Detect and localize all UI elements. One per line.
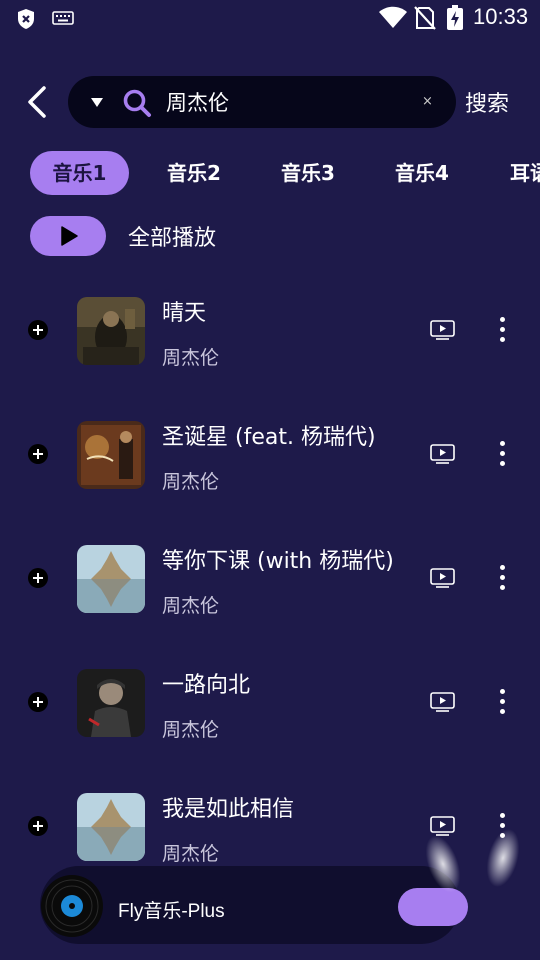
add-icon[interactable] bbox=[28, 320, 48, 340]
category-tabs: 音乐1 音乐2 音乐3 音乐4 耳语 bbox=[0, 151, 540, 195]
mini-player-title: Fly音乐-Plus bbox=[118, 901, 225, 922]
tab-music-3[interactable]: 音乐3 bbox=[266, 151, 350, 195]
tab-music-1[interactable]: 音乐1 bbox=[30, 151, 129, 195]
shield-x-icon bbox=[18, 9, 34, 29]
keyboard-icon bbox=[52, 11, 74, 25]
album-cover bbox=[77, 793, 145, 861]
song-row[interactable]: 一路向北 周杰伦 bbox=[0, 669, 540, 793]
more-vertical-icon[interactable] bbox=[496, 317, 508, 343]
status-bar: 10:33 bbox=[0, 0, 540, 36]
search-button[interactable]: 搜索 bbox=[465, 86, 509, 118]
mv-play-icon[interactable] bbox=[430, 568, 455, 588]
song-title: 晴天 bbox=[162, 301, 207, 326]
more-vertical-icon[interactable] bbox=[496, 565, 508, 591]
play-icon bbox=[61, 226, 78, 246]
search-bar: × bbox=[68, 76, 456, 128]
add-icon[interactable] bbox=[28, 816, 48, 836]
song-artist: 周杰伦 bbox=[162, 595, 220, 617]
song-title: 等你下课 (with 杨瑞代) bbox=[162, 549, 394, 574]
add-icon[interactable] bbox=[28, 692, 48, 712]
song-row[interactable]: 等你下课 (with 杨瑞代) 周杰伦 bbox=[0, 545, 540, 669]
no-sim-icon bbox=[414, 6, 436, 30]
play-all-label[interactable]: 全部播放 bbox=[128, 220, 216, 252]
song-artist: 周杰伦 bbox=[162, 843, 220, 865]
mv-play-icon[interactable] bbox=[430, 320, 455, 340]
clear-icon[interactable]: × bbox=[422, 94, 433, 109]
dropdown-triangle-icon[interactable] bbox=[90, 95, 104, 109]
search-input[interactable] bbox=[166, 87, 406, 117]
tab-whisper[interactable]: 耳语 bbox=[494, 151, 540, 195]
album-cover bbox=[77, 297, 145, 365]
tab-music-4[interactable]: 音乐4 bbox=[380, 151, 464, 195]
add-icon[interactable] bbox=[28, 444, 48, 464]
song-title: 我是如此相信 bbox=[162, 797, 295, 822]
vinyl-disc-icon[interactable] bbox=[40, 874, 104, 938]
mv-play-icon[interactable] bbox=[430, 692, 455, 712]
back-arrow-icon[interactable] bbox=[22, 82, 54, 122]
search-icon bbox=[123, 89, 151, 117]
battery-charging-icon bbox=[447, 5, 463, 30]
wifi-icon bbox=[379, 6, 407, 28]
more-vertical-icon[interactable] bbox=[496, 441, 508, 467]
tab-music-2[interactable]: 音乐2 bbox=[152, 151, 236, 195]
play-all-button[interactable] bbox=[30, 216, 106, 256]
album-cover bbox=[77, 545, 145, 613]
album-cover bbox=[77, 421, 145, 489]
mv-play-icon[interactable] bbox=[430, 444, 455, 464]
status-time: 10:33 bbox=[473, 4, 529, 29]
song-row[interactable]: 晴天 周杰伦 bbox=[0, 297, 540, 421]
song-artist: 周杰伦 bbox=[162, 347, 220, 369]
song-title: 圣诞星 (feat. 杨瑞代) bbox=[162, 425, 376, 450]
album-cover bbox=[77, 669, 145, 737]
add-icon[interactable] bbox=[28, 568, 48, 588]
song-artist: 周杰伦 bbox=[162, 719, 220, 741]
more-vertical-icon[interactable] bbox=[496, 689, 508, 715]
play-control-button[interactable] bbox=[398, 888, 468, 926]
song-title: 一路向北 bbox=[162, 673, 251, 698]
song-artist: 周杰伦 bbox=[162, 471, 220, 493]
song-row[interactable]: 圣诞星 (feat. 杨瑞代) 周杰伦 bbox=[0, 421, 540, 545]
